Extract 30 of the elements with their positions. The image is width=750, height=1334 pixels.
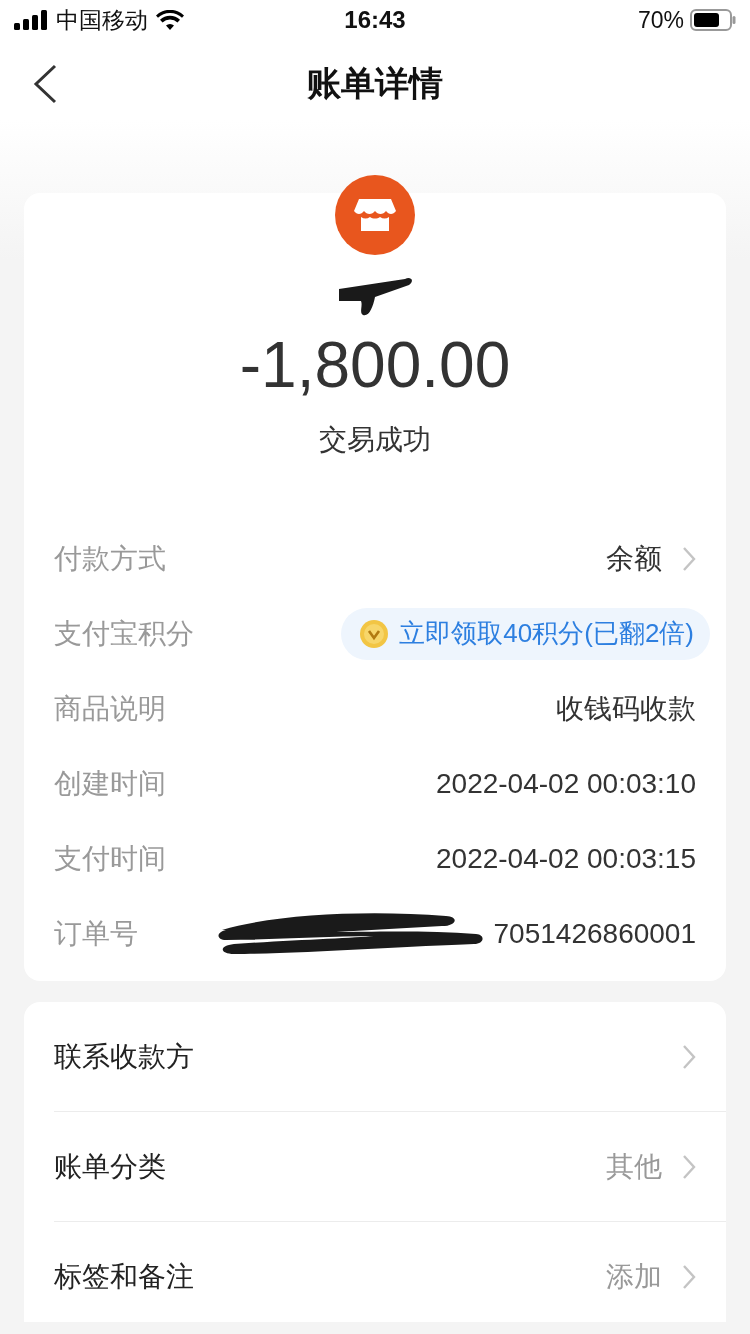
- carrier-name: 中国移动: [56, 5, 148, 35]
- coin-icon: [359, 618, 390, 649]
- detail-label: 支付宝积分: [54, 616, 194, 651]
- order-number: 7051426860001: [493, 917, 696, 950]
- amount: -1,800.00: [238, 328, 512, 403]
- wifi-icon: [156, 10, 184, 30]
- chevron-icon: [682, 1263, 696, 1290]
- menu-row[interactable]: 账单分类 其他: [54, 1112, 726, 1222]
- detail-value: 2022-04-02 00:03:15: [436, 842, 696, 875]
- chevron-icon: [682, 1153, 696, 1180]
- detail-label: 订单号: [54, 916, 138, 951]
- transaction-status: 交易成功: [319, 423, 431, 457]
- battery-icon: [690, 9, 736, 31]
- detail-label: 付款方式: [54, 541, 166, 576]
- chevron-icon: [682, 545, 696, 572]
- detail-label: 商品说明: [54, 691, 166, 726]
- chevron-icon: [682, 1043, 696, 1070]
- back-icon[interactable]: [32, 64, 58, 104]
- battery-percent: 70%: [637, 6, 684, 34]
- points-badge[interactable]: 立即领取40积分(已翻2倍): [341, 607, 710, 660]
- detail-label: 创建时间: [54, 766, 166, 801]
- page-title: 账单详情: [307, 63, 443, 104]
- menu-row[interactable]: 联系收款方: [54, 1002, 726, 1112]
- detail-label: 支付时间: [54, 841, 166, 876]
- clock-time: 16:43: [344, 6, 406, 33]
- detail-value: 余额: [606, 541, 662, 576]
- detail-value: 2022-04-02 00:03:10: [436, 767, 696, 800]
- detail-value: 收钱码收款: [556, 691, 696, 726]
- signal-icon: [14, 10, 48, 30]
- menu-row[interactable]: 标签和备注 添加: [54, 1222, 726, 1322]
